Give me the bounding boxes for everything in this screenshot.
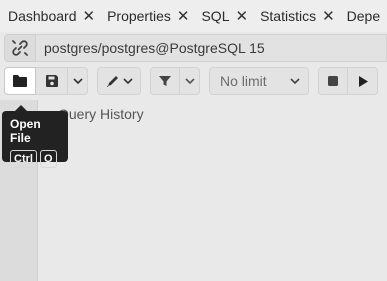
tab-label: Depe bbox=[346, 8, 381, 24]
close-icon[interactable]: ✕ bbox=[235, 9, 248, 24]
connection-status-button[interactable] bbox=[4, 34, 36, 62]
edit-group bbox=[97, 67, 141, 95]
close-icon[interactable]: ✕ bbox=[177, 9, 190, 24]
tab-properties[interactable]: Properties ✕ bbox=[99, 0, 193, 32]
chevron-down-icon bbox=[290, 78, 300, 84]
filter-icon bbox=[159, 76, 171, 86]
tab-label: Dashboard bbox=[8, 8, 77, 24]
edit-button[interactable] bbox=[97, 67, 141, 95]
chevron-down-icon bbox=[72, 78, 83, 84]
tab-label: SQL bbox=[201, 8, 230, 24]
connection-bar: postgres/postgres@PostgreSQL 15 bbox=[4, 34, 387, 62]
row-limit-value: No limit bbox=[220, 73, 267, 89]
open-file-tooltip: Open File Ctrl O bbox=[2, 105, 68, 168]
execute-group bbox=[318, 67, 378, 95]
save-button[interactable] bbox=[36, 67, 68, 95]
file-group bbox=[4, 67, 88, 95]
play-icon bbox=[358, 75, 368, 87]
open-file-button[interactable] bbox=[4, 67, 36, 95]
query-history-title: Query History bbox=[58, 106, 144, 122]
filter-dropdown-button[interactable] bbox=[180, 67, 200, 95]
tooltip-title: Open File bbox=[10, 117, 41, 145]
save-icon bbox=[45, 75, 58, 87]
folder-icon bbox=[13, 75, 27, 87]
tab-sql[interactable]: SQL ✕ bbox=[193, 0, 252, 32]
shortcut-keys: Ctrl O bbox=[10, 150, 62, 168]
filter-button[interactable] bbox=[150, 67, 180, 95]
row-limit-select[interactable]: No limit bbox=[209, 67, 309, 95]
filter-group bbox=[150, 67, 200, 95]
close-icon[interactable]: ✕ bbox=[322, 9, 335, 24]
tab-dashboard[interactable]: Dashboard ✕ bbox=[0, 0, 99, 32]
stop-icon bbox=[328, 76, 338, 86]
save-dropdown-button[interactable] bbox=[68, 67, 88, 95]
execute-button[interactable] bbox=[348, 67, 378, 95]
shortcut-key-ctrl: Ctrl bbox=[10, 150, 37, 168]
tab-dependencies[interactable]: Depe bbox=[339, 0, 384, 32]
link-icon bbox=[12, 40, 28, 56]
shortcut-key-o: O bbox=[39, 150, 57, 168]
tab-bar: Dashboard ✕ Properties ✕ SQL ✕ Statistic… bbox=[0, 0, 387, 32]
connection-select[interactable]: postgres/postgres@PostgreSQL 15 bbox=[36, 34, 387, 62]
pen-icon bbox=[107, 76, 118, 87]
tab-label: Properties bbox=[107, 8, 171, 24]
chevron-down-icon bbox=[184, 78, 195, 84]
stop-button[interactable] bbox=[318, 67, 348, 95]
tab-label: Statistics bbox=[260, 8, 317, 24]
query-toolbar: No limit bbox=[4, 66, 387, 96]
chevron-down-icon bbox=[123, 78, 133, 84]
tab-statistics[interactable]: Statistics ✕ bbox=[252, 0, 339, 32]
close-icon[interactable]: ✕ bbox=[83, 9, 96, 24]
